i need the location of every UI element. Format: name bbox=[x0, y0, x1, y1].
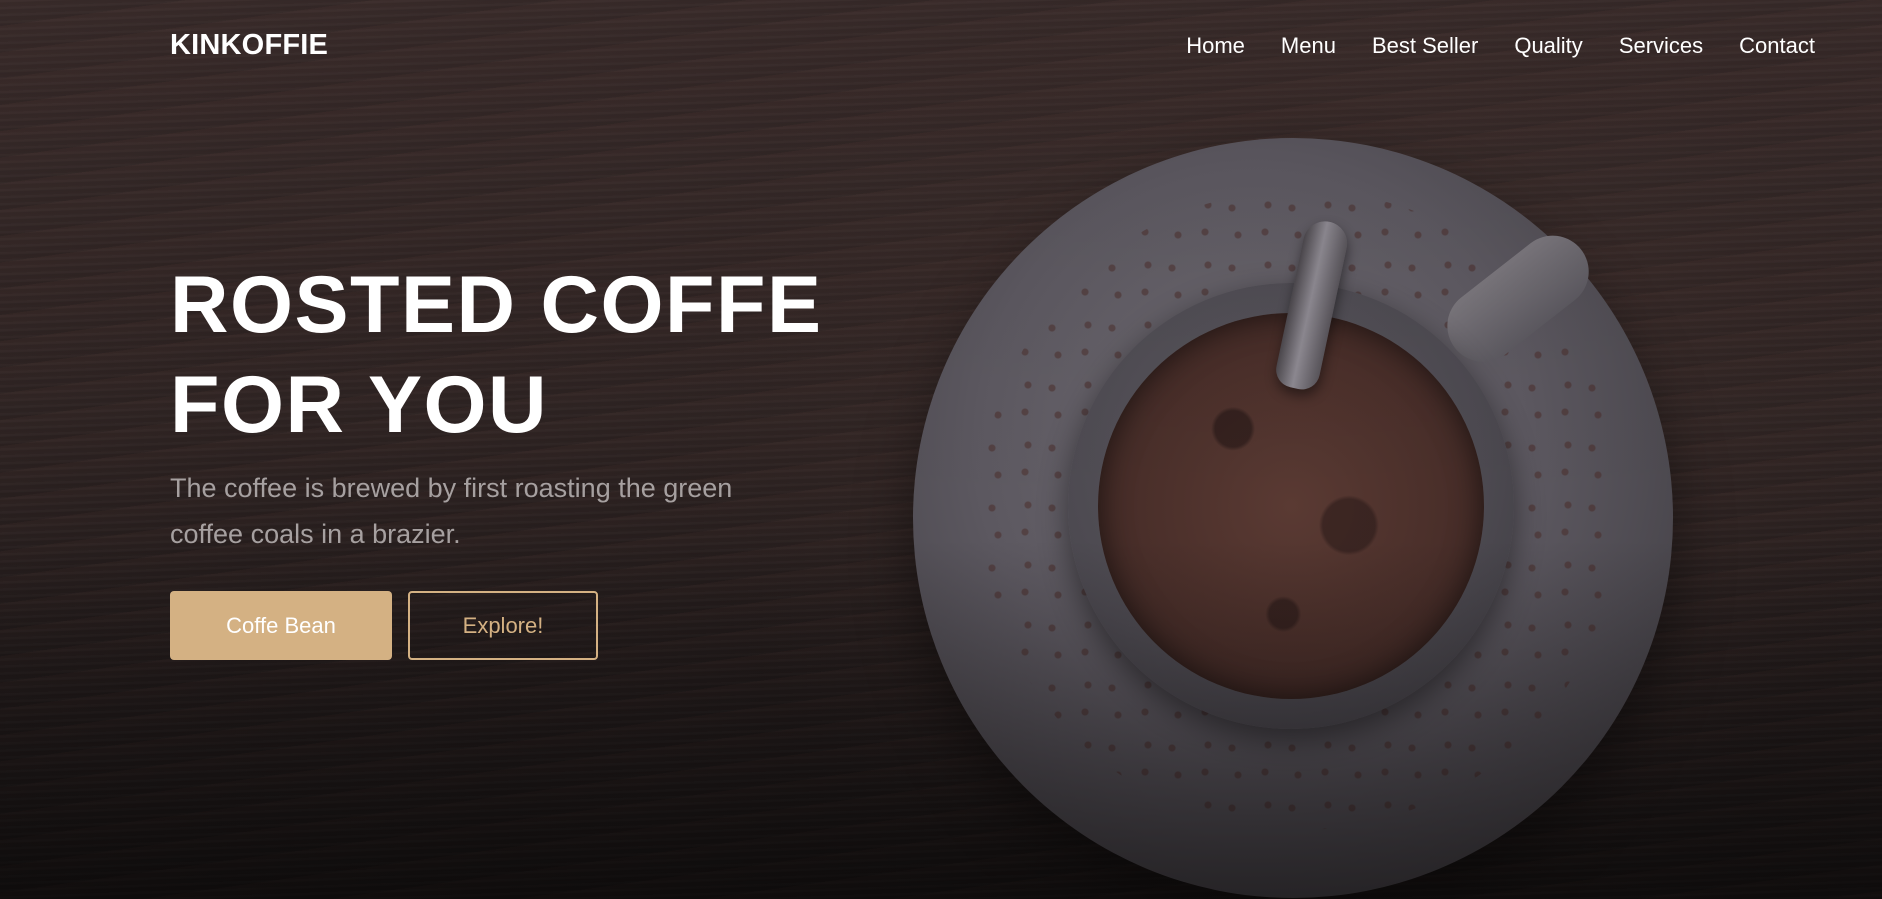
nav-item-menu[interactable]: Menu bbox=[1281, 33, 1336, 59]
top-navigation: KINKOFFIE Home Menu Best Seller Quality … bbox=[0, 0, 1882, 94]
headline-line-2: FOR YOU bbox=[170, 360, 549, 450]
explore-button[interactable]: Explore! bbox=[408, 591, 598, 660]
hero-subtitle: The coffee is brewed by first roasting t… bbox=[170, 473, 733, 549]
hero-headline: ROSTED COFFE FOR YOU bbox=[170, 255, 890, 455]
headline-line-1: ROSTED COFFE bbox=[170, 260, 823, 350]
nav-menu: Home Menu Best Seller Quality Services C… bbox=[1150, 33, 1815, 59]
hero-section: KINKOFFIE Home Menu Best Seller Quality … bbox=[0, 0, 1882, 899]
nav-item-quality[interactable]: Quality bbox=[1514, 33, 1582, 59]
nav-item-contact[interactable]: Contact bbox=[1739, 33, 1815, 59]
nav-item-best-seller[interactable]: Best Seller bbox=[1372, 33, 1478, 59]
nav-item-services[interactable]: Services bbox=[1619, 33, 1703, 59]
hero-actions: Coffe Bean Explore! bbox=[170, 591, 598, 660]
nav-item-home[interactable]: Home bbox=[1186, 33, 1245, 59]
hero-content: ROSTED COFFE FOR YOU The coffee is brewe… bbox=[170, 255, 890, 557]
coffe-bean-button[interactable]: Coffe Bean bbox=[170, 591, 392, 660]
site-logo[interactable]: KINKOFFIE bbox=[170, 29, 328, 62]
